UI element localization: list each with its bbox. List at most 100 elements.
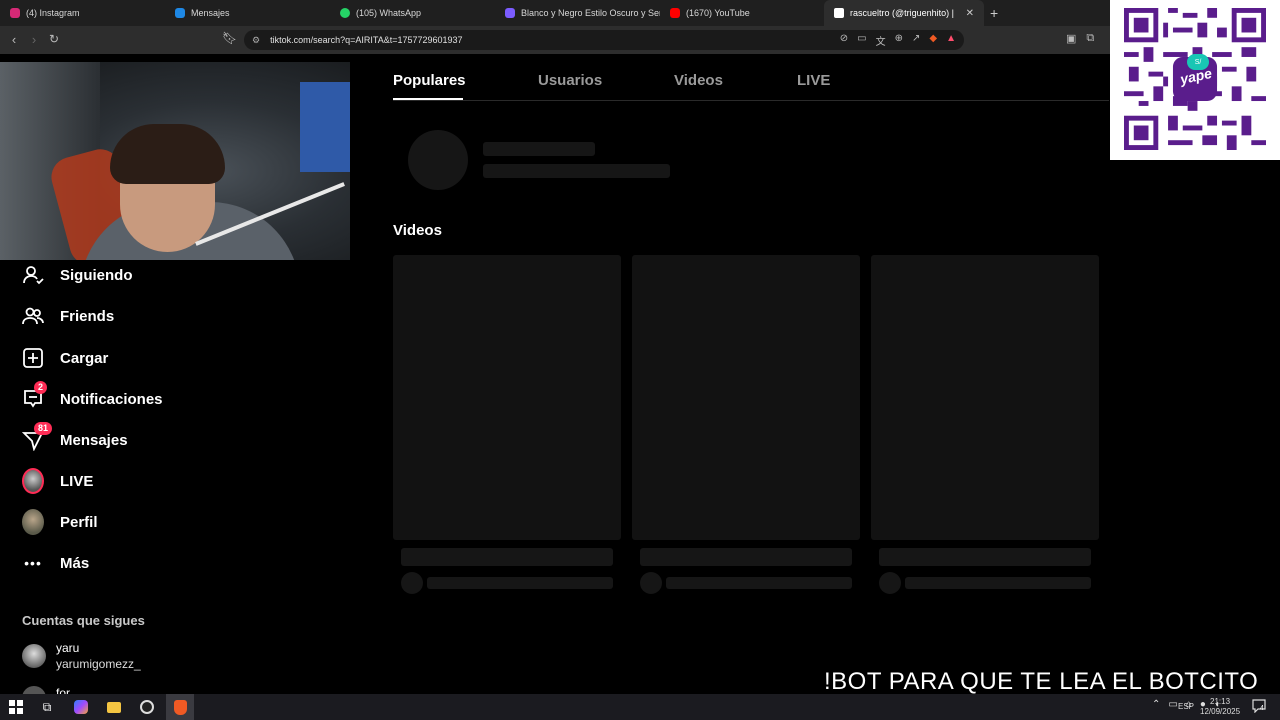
- messages-icon: 81: [22, 422, 53, 451]
- skeleton-line: [666, 577, 852, 589]
- avatar: [22, 644, 46, 668]
- account-name: yaru: [56, 641, 80, 655]
- windows-start-icon[interactable]: [7, 698, 25, 716]
- skeleton-avatar: [408, 130, 468, 190]
- person-hair: [110, 124, 225, 184]
- tab-title: rascueltro (@triguenhito) | TikTo: [850, 8, 956, 18]
- extensions-icon[interactable]: ⧉: [1086, 32, 1094, 45]
- sidebar-item-cargar[interactable]: Cargar: [22, 346, 108, 370]
- tab-canva[interactable]: Blanco y Negro Estilo Oscuro y Serio: [495, 0, 660, 26]
- obs-icon[interactable]: [138, 698, 156, 716]
- active-tab-indicator: [393, 98, 463, 100]
- display-icon[interactable]: ▭: [1168, 699, 1177, 710]
- live-avatar: [22, 468, 44, 494]
- url-text: tiktok.com/search?q=AIRITA&t=17577296019…: [270, 35, 463, 45]
- more-icon: •••: [24, 555, 42, 571]
- file-explorer-icon[interactable]: [105, 698, 123, 716]
- video-card-skeleton[interactable]: [632, 255, 860, 540]
- back-icon[interactable]: ‹: [6, 32, 22, 47]
- messages-badge: 81: [34, 422, 53, 435]
- notifications-icon: 2: [22, 381, 48, 410]
- sidebar-item-label: Más: [60, 554, 90, 572]
- tab-tiktok[interactable]: rascueltro (@triguenhito) | TikTo ✕: [824, 0, 984, 26]
- translate-icon[interactable]: 文: [876, 33, 886, 48]
- tab-mensajes[interactable]: Mensajes: [165, 0, 330, 26]
- sidebar-toggle-icon[interactable]: ▣: [1066, 32, 1076, 45]
- close-icon[interactable]: ✕: [966, 8, 974, 19]
- brave-browser-icon[interactable]: [171, 698, 189, 716]
- brave-rewards-icon[interactable]: ▲: [946, 33, 956, 48]
- forward-icon[interactable]: ›: [26, 32, 42, 47]
- tab-usuarios[interactable]: Usuarios: [538, 72, 602, 89]
- no-media-icon[interactable]: ⊘: [840, 33, 848, 48]
- tab-title: (105) WhatsApp: [356, 8, 422, 18]
- system-clock[interactable]: 21:13 12/09/2025: [1200, 697, 1240, 717]
- tab-populares[interactable]: Populares: [393, 72, 466, 89]
- task-view-icon[interactable]: ⧉: [38, 698, 56, 716]
- sidebar-item-label: LIVE: [60, 472, 94, 490]
- account-handle: yarumigomezz_: [56, 657, 141, 671]
- copilot-icon[interactable]: [72, 698, 90, 716]
- tab-videos[interactable]: Videos: [674, 72, 723, 89]
- search-tabs: Populares Usuarios Videos LIVE: [393, 62, 1109, 101]
- skeleton-avatar: [640, 572, 662, 594]
- sidebar-item-label: Siguiendo: [60, 266, 133, 284]
- zoom-icon[interactable]: ⊕: [895, 33, 903, 48]
- bookmark-icon[interactable]: 🔖︎: [222, 31, 237, 45]
- skeleton-avatar: [401, 572, 423, 594]
- sidebar-item-label: Perfil: [60, 513, 98, 531]
- brave-shield-icon[interactable]: ◆: [929, 33, 937, 48]
- tab-youtube[interactable]: (1670) YouTube: [660, 0, 825, 26]
- stream-overlay-text: !BOT PARA QUE TE LEA EL BOTCITO: [824, 668, 1259, 695]
- skeleton-avatar: [879, 572, 901, 594]
- sidebar-item-label: Friends: [60, 307, 115, 325]
- skeleton-line: [905, 577, 1091, 589]
- tab-live[interactable]: LIVE: [797, 72, 830, 89]
- language-indicator[interactable]: ESP: [1178, 702, 1194, 711]
- upload-icon: [22, 347, 44, 369]
- notification-center-icon[interactable]: 4: [1252, 699, 1268, 715]
- sidebar-item-live[interactable]: LIVE: [22, 468, 94, 494]
- sidebar-item-friends[interactable]: Friends: [22, 304, 114, 328]
- skeleton-line: [483, 164, 670, 178]
- sidebar-item-perfil[interactable]: Perfil: [22, 509, 98, 535]
- skeleton-line: [427, 577, 613, 589]
- youtube-icon: [670, 8, 680, 18]
- browser-tab-bar: (4) Instagram Mensajes (105) WhatsApp Bl…: [0, 0, 1280, 26]
- tab-whatsapp[interactable]: (105) WhatsApp: [330, 0, 495, 26]
- following-accounts-title: Cuentas que sigues: [22, 613, 145, 628]
- new-tab-button[interactable]: +: [990, 5, 998, 21]
- notification-count: 4: [1260, 705, 1264, 712]
- whatsapp-icon: [340, 8, 350, 18]
- tab-title: Blanco y Negro Estilo Oscuro y Serio: [521, 8, 660, 18]
- friends-icon: [22, 305, 44, 327]
- canva-icon: [505, 8, 515, 18]
- skeleton-line: [401, 548, 613, 566]
- video-card-skeleton[interactable]: [871, 255, 1099, 540]
- site-settings-icon[interactable]: ⚙: [252, 35, 260, 46]
- sidebar-item-label: Notificaciones: [60, 390, 163, 408]
- cast-icon[interactable]: ▭: [857, 33, 866, 48]
- profile-avatar: [22, 509, 44, 535]
- sidebar-item-mas[interactable]: ••• Más: [22, 551, 89, 575]
- reload-icon[interactable]: ↻: [46, 32, 62, 46]
- sidebar-item-siguiendo[interactable]: Siguiendo: [22, 263, 133, 287]
- messages-favicon-icon: [175, 8, 185, 18]
- chevron-up-icon[interactable]: ⌃: [1152, 699, 1160, 710]
- windows-taskbar: ⧉ ⌃ ▭ ⌂ ● ◖ ESP 21:13 12/09/2025 4: [0, 694, 1280, 720]
- followed-account[interactable]: yaru yarumigomezz_: [22, 640, 141, 672]
- sidebar-item-mensajes[interactable]: 81 Mensajes: [22, 422, 128, 452]
- skeleton-line: [879, 548, 1091, 566]
- address-actions: ⊘ ▭ 文 ⊕ ↗ ◆ ▲: [840, 33, 956, 48]
- video-card-skeleton[interactable]: [393, 255, 621, 540]
- sidebar-item-label: Mensajes: [60, 431, 128, 449]
- notification-badge: 2: [34, 381, 48, 394]
- webcam-overlay: [0, 62, 350, 260]
- tab-instagram[interactable]: (4) Instagram: [0, 0, 165, 26]
- share-icon[interactable]: ↗: [912, 33, 920, 48]
- sidebar-item-notificaciones[interactable]: 2 Notificaciones: [22, 381, 163, 411]
- instagram-icon: [10, 8, 20, 18]
- address-bar[interactable]: ⚙ tiktok.com/search?q=AIRITA&t=175772960…: [244, 30, 964, 50]
- tab-title: Mensajes: [191, 8, 230, 18]
- skeleton-line: [640, 548, 852, 566]
